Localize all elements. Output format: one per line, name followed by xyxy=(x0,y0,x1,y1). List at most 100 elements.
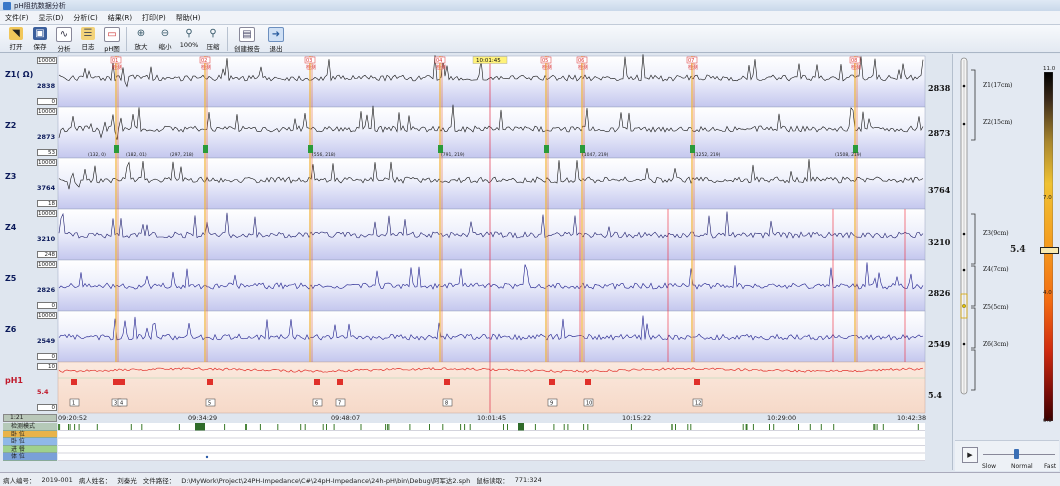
event-flag-text: 检测 xyxy=(542,64,552,71)
speed-slider-thumb[interactable] xyxy=(1014,449,1019,459)
track-mark xyxy=(746,424,748,430)
legend-item: 检测模式 xyxy=(3,423,57,431)
event-flag-label: 06 xyxy=(578,58,584,64)
event-tracks[interactable] xyxy=(58,423,925,461)
value-z1: 2838 xyxy=(928,83,951,93)
event-flag-text: 检测 xyxy=(851,64,861,71)
speed-normal-label: Normal xyxy=(1011,463,1033,470)
position-z3: Z3(9cm) xyxy=(983,230,1009,237)
patient-no: 2019-001 xyxy=(41,475,73,484)
ph-drop xyxy=(113,379,119,385)
annotation-label: (1508, 219) xyxy=(835,152,862,158)
ph-drop xyxy=(585,379,591,385)
track-mark xyxy=(388,424,390,430)
track-mark xyxy=(809,424,811,430)
ph-event-label: 5 xyxy=(208,401,211,407)
track-mark xyxy=(245,424,247,430)
reflux-marker xyxy=(114,145,119,153)
speed-fast-label: Fast xyxy=(1044,463,1057,470)
track-mark xyxy=(304,424,306,430)
colorbar-marker[interactable] xyxy=(1040,247,1059,254)
ph-event-label: 9 xyxy=(550,401,553,407)
reflux-marker xyxy=(438,145,443,153)
legend-item: 卧 位 xyxy=(3,430,57,438)
event-flag-label: 03 xyxy=(306,58,312,64)
value-z5: 2826 xyxy=(928,288,951,298)
reflux-marker xyxy=(853,145,858,153)
patient-name: 刘秦光 xyxy=(117,476,137,485)
ph-drop xyxy=(314,379,320,385)
event-flag-label: 07 xyxy=(688,58,694,64)
track-mark xyxy=(385,424,387,430)
track-mark xyxy=(69,424,71,430)
file-path: D:\MyWork\Project\24PH-Impedance\C#\24pH… xyxy=(181,476,471,485)
track-mark xyxy=(442,424,444,430)
patient-no-label: 病人编号： xyxy=(3,476,36,485)
track-mark xyxy=(534,424,536,430)
annotation-label: (1047, 219) xyxy=(582,152,609,158)
reflux-marker xyxy=(203,145,208,153)
position-z2: Z2(15cm) xyxy=(983,119,1013,126)
speed-slider-track[interactable] xyxy=(983,454,1055,455)
impedance-panel xyxy=(57,259,926,312)
play-button[interactable]: ▶ xyxy=(962,447,978,463)
track-mark xyxy=(259,424,261,430)
colorbar-tick: 4.0 xyxy=(1043,290,1052,296)
track-mark xyxy=(326,424,327,430)
track-mark xyxy=(503,424,504,430)
ph-event-label: 4 xyxy=(120,401,123,407)
track-mark xyxy=(873,424,875,430)
track-mark xyxy=(587,424,589,430)
time-label: 10:15:22 xyxy=(622,414,652,422)
impedance-panel xyxy=(57,106,926,159)
event-flag-text: 检测 xyxy=(578,64,588,71)
track-mark xyxy=(141,424,143,430)
value-z3: 3764 xyxy=(928,185,951,195)
track-mark xyxy=(630,424,632,430)
ph-drop xyxy=(444,379,450,385)
track-mark xyxy=(78,424,80,430)
colorbar-current: 5.4 xyxy=(1010,245,1026,255)
track-mark xyxy=(507,424,508,430)
time-label: 09:34:29 xyxy=(188,414,218,422)
track-mark xyxy=(690,424,692,430)
status-bar: 病人编号： 2019-001 病人姓名： 刘秦光 文件路径： D:\MyWork… xyxy=(0,472,1060,486)
play-icon: ▶ xyxy=(967,451,973,459)
event-flag-label: 02 xyxy=(201,58,207,64)
impedance-ph-plot[interactable]: 01检测02检测03检测04检测05检测06检测07检测08检测10:01:45… xyxy=(0,0,1060,485)
reflux-marker xyxy=(580,145,585,153)
track-mark xyxy=(333,424,335,430)
track-mark xyxy=(742,424,744,430)
track-mark xyxy=(224,424,226,430)
event-flag-label: 05 xyxy=(542,58,548,64)
track-mark xyxy=(460,424,462,430)
legend-item: 体 位 xyxy=(3,453,57,461)
track-mark xyxy=(277,424,279,430)
track-mark xyxy=(96,424,98,430)
event-flag-label: 01 xyxy=(112,58,118,64)
legend-item: 进 餐 xyxy=(3,445,57,453)
event-track-svg xyxy=(58,423,925,461)
track-mark xyxy=(74,424,76,430)
track-mark xyxy=(798,424,799,430)
annotation-label: (297, 218) xyxy=(170,152,194,158)
track-mark xyxy=(409,424,411,430)
reflux-marker xyxy=(544,145,549,153)
ph-event-label: 3 xyxy=(114,401,117,407)
track-mark xyxy=(773,424,775,430)
scale-indicator[interactable]: 1:21 xyxy=(3,414,57,422)
value-ph1: 5.4 xyxy=(928,390,942,400)
coord-value: 771:324 xyxy=(514,475,542,484)
track-mark xyxy=(563,424,565,430)
time-label: 10:01:45 xyxy=(477,414,507,422)
event-flag-text: 检测 xyxy=(688,64,698,71)
colorbar-max: 11.0 xyxy=(1043,66,1056,72)
event-flag-label: 08 xyxy=(851,58,857,64)
ph-event-label: 1 xyxy=(72,401,75,407)
event-flag-text: 检测 xyxy=(306,64,316,71)
track-mark xyxy=(429,424,430,430)
speed-slow-label: Slow xyxy=(982,463,997,470)
position-z1: Z1(17cm) xyxy=(983,82,1013,89)
track-mark xyxy=(567,424,569,430)
track-mark xyxy=(833,424,835,430)
